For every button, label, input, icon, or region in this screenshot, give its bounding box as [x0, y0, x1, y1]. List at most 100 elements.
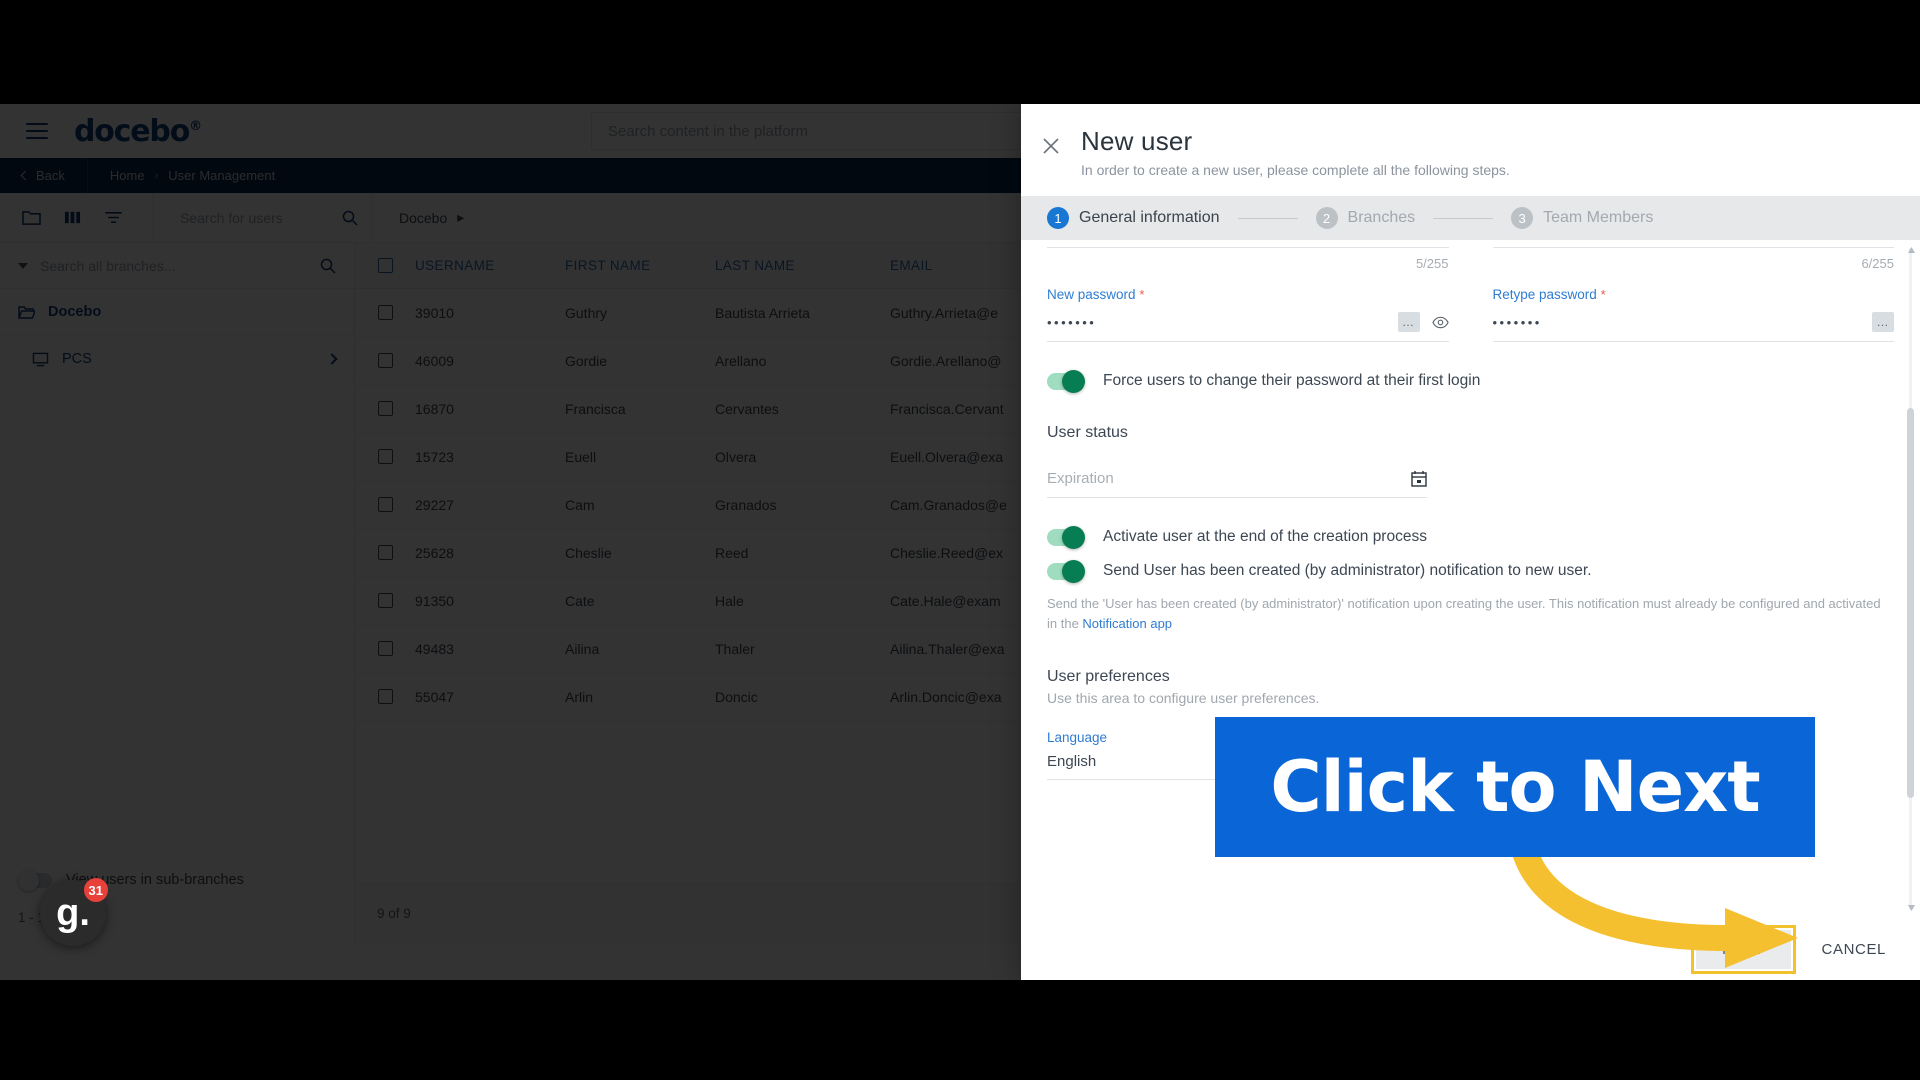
branch-search-placeholder: Search all branches...	[40, 257, 176, 274]
row-checkbox[interactable]	[355, 449, 415, 464]
new-password-value: •••••••	[1047, 314, 1097, 330]
scrollbar-thumb[interactable]	[1907, 408, 1914, 798]
modal-scrollbar[interactable]	[1907, 246, 1916, 912]
toggle-switch-on[interactable]	[1047, 369, 1085, 393]
cell-first-name: Cheslie	[565, 544, 612, 561]
brand-mark: ®	[189, 118, 202, 134]
modal-subtitle: In order to create a new user, please co…	[1081, 162, 1510, 178]
columns-icon[interactable]	[63, 209, 82, 226]
cell-last-name: Hale	[715, 592, 744, 609]
monitor-icon	[32, 352, 49, 366]
notification-helper-text: Send the 'User has been created (by admi…	[1047, 594, 1894, 634]
branch-item-docebo[interactable]: Docebo	[0, 289, 354, 336]
step-general-information[interactable]: 1 General information	[1047, 207, 1220, 229]
cta-text: Click to Next	[1270, 746, 1760, 828]
required-marker: *	[1600, 287, 1606, 302]
close-button[interactable]	[1021, 126, 1081, 156]
cell-last-name: Doncic	[715, 688, 758, 705]
breadcrumb-item-user-management[interactable]: User Management	[168, 168, 275, 183]
new-password-field-group: New password * ••••••• …	[1047, 271, 1449, 342]
scroll-down-arrow-icon[interactable]	[1907, 903, 1916, 912]
cell-last-name: Thaler	[715, 640, 755, 657]
branch-breadcrumb[interactable]: Docebo ▸	[373, 209, 464, 226]
close-icon	[1043, 138, 1059, 154]
force-password-change-toggle[interactable]: Force users to change their password at …	[1047, 369, 1894, 393]
filter-icon[interactable]	[104, 209, 123, 226]
branch-search-input[interactable]: Search all branches...	[0, 243, 354, 289]
guide-widget-count: 31	[83, 878, 108, 902]
calendar-icon[interactable]	[1411, 470, 1427, 487]
show-password-icon[interactable]	[1431, 316, 1449, 329]
cell-username: 91350	[415, 592, 454, 609]
chevron-down-icon[interactable]	[18, 262, 28, 269]
brand-text: docebo	[74, 113, 190, 149]
sub-branches-toggle[interactable]: View users in sub-branches	[18, 869, 244, 891]
toggle-switch-off[interactable]	[18, 869, 52, 891]
row-checkbox[interactable]	[355, 353, 415, 368]
row-checkbox[interactable]	[355, 593, 415, 608]
cell-username: 15723	[415, 448, 454, 465]
folder-open-icon	[18, 305, 35, 319]
language-value: English	[1047, 753, 1097, 771]
row-checkbox[interactable]	[355, 305, 415, 320]
search-users-input[interactable]: Search for users	[153, 193, 373, 242]
column-header-first-name[interactable]: FIRST NAME	[565, 258, 715, 273]
chevron-left-icon	[20, 170, 31, 181]
toggle-switch-on[interactable]	[1047, 525, 1085, 549]
send-notification-toggle[interactable]: Send User has been created (by administr…	[1047, 559, 1894, 583]
breadcrumb-item-home[interactable]: Home	[110, 168, 145, 183]
cell-last-name: Arellano	[715, 352, 767, 369]
cell-username: 46009	[415, 352, 454, 369]
retype-password-field-group: Retype password * ••••••• …	[1492, 271, 1894, 342]
folder-icon[interactable]	[22, 209, 41, 226]
row-checkbox[interactable]	[355, 401, 415, 416]
row-checkbox[interactable]	[355, 689, 415, 704]
required-marker: *	[1139, 287, 1145, 302]
branch-label: Docebo	[48, 304, 102, 320]
table-row-count: 9 of 9	[377, 906, 411, 921]
back-button[interactable]: Back	[0, 158, 88, 193]
branches-panel: Search all branches... Docebo PCS View u…	[0, 243, 355, 943]
guide-widget-badge[interactable]: g. 31	[40, 878, 108, 946]
branch-item-pcs[interactable]: PCS	[0, 336, 354, 383]
user-preferences-heading: User preferences	[1047, 668, 1170, 686]
global-search-placeholder: Search content in the platform	[607, 122, 809, 140]
generate-password-icon[interactable]: …	[1872, 312, 1894, 332]
cell-last-name: Reed	[715, 544, 749, 561]
user-status-heading: User status	[1047, 424, 1128, 441]
row-checkbox[interactable]	[355, 497, 415, 512]
expiration-input[interactable]: Expiration	[1047, 470, 1427, 498]
chevron-right-icon[interactable]	[326, 353, 338, 365]
cell-last-name: Bautista Arrieta	[715, 304, 810, 321]
row-checkbox[interactable]	[355, 545, 415, 560]
step-label: General information	[1079, 209, 1220, 226]
menu-hamburger-icon[interactable]	[26, 123, 48, 139]
step-team-members[interactable]: 3 Team Members	[1511, 207, 1653, 229]
letterbox-top	[0, 0, 1920, 104]
generate-password-icon[interactable]: …	[1397, 312, 1420, 332]
force-password-change-label: Force users to change their password at …	[1103, 372, 1481, 389]
activate-user-toggle[interactable]: Activate user at the end of the creation…	[1047, 525, 1894, 549]
field-group-right: 6/255	[1492, 246, 1894, 271]
scroll-up-arrow-icon[interactable]	[1907, 246, 1916, 255]
column-header-username[interactable]: USERNAME	[415, 258, 565, 273]
branch-breadcrumb-arrow: ▸	[457, 209, 465, 225]
step-number: 1	[1047, 207, 1069, 229]
retype-password-value: •••••••	[1492, 314, 1542, 330]
step-branches[interactable]: 2 Branches	[1315, 207, 1415, 229]
row-checkbox[interactable]	[355, 641, 415, 656]
select-all-checkbox[interactable]	[355, 258, 415, 273]
stepper: 1 General information 2 Branches 3 Team …	[1021, 196, 1920, 240]
search-icon	[342, 210, 358, 226]
cell-first-name: Gordie	[565, 352, 608, 369]
cell-first-name: Cam	[565, 496, 595, 513]
column-header-last-name[interactable]: LAST NAME	[715, 258, 890, 273]
new-password-input[interactable]: ••••••• …	[1047, 302, 1449, 342]
notification-app-link[interactable]: Notification app	[1082, 616, 1172, 631]
step-connector	[1237, 217, 1298, 219]
back-label: Back	[36, 168, 65, 183]
retype-password-input[interactable]: ••••••• …	[1492, 302, 1894, 342]
letterbox-bottom	[0, 980, 1920, 1080]
toggle-switch-on[interactable]	[1047, 559, 1085, 583]
send-notification-label: Send User has been created (by administr…	[1103, 562, 1592, 579]
